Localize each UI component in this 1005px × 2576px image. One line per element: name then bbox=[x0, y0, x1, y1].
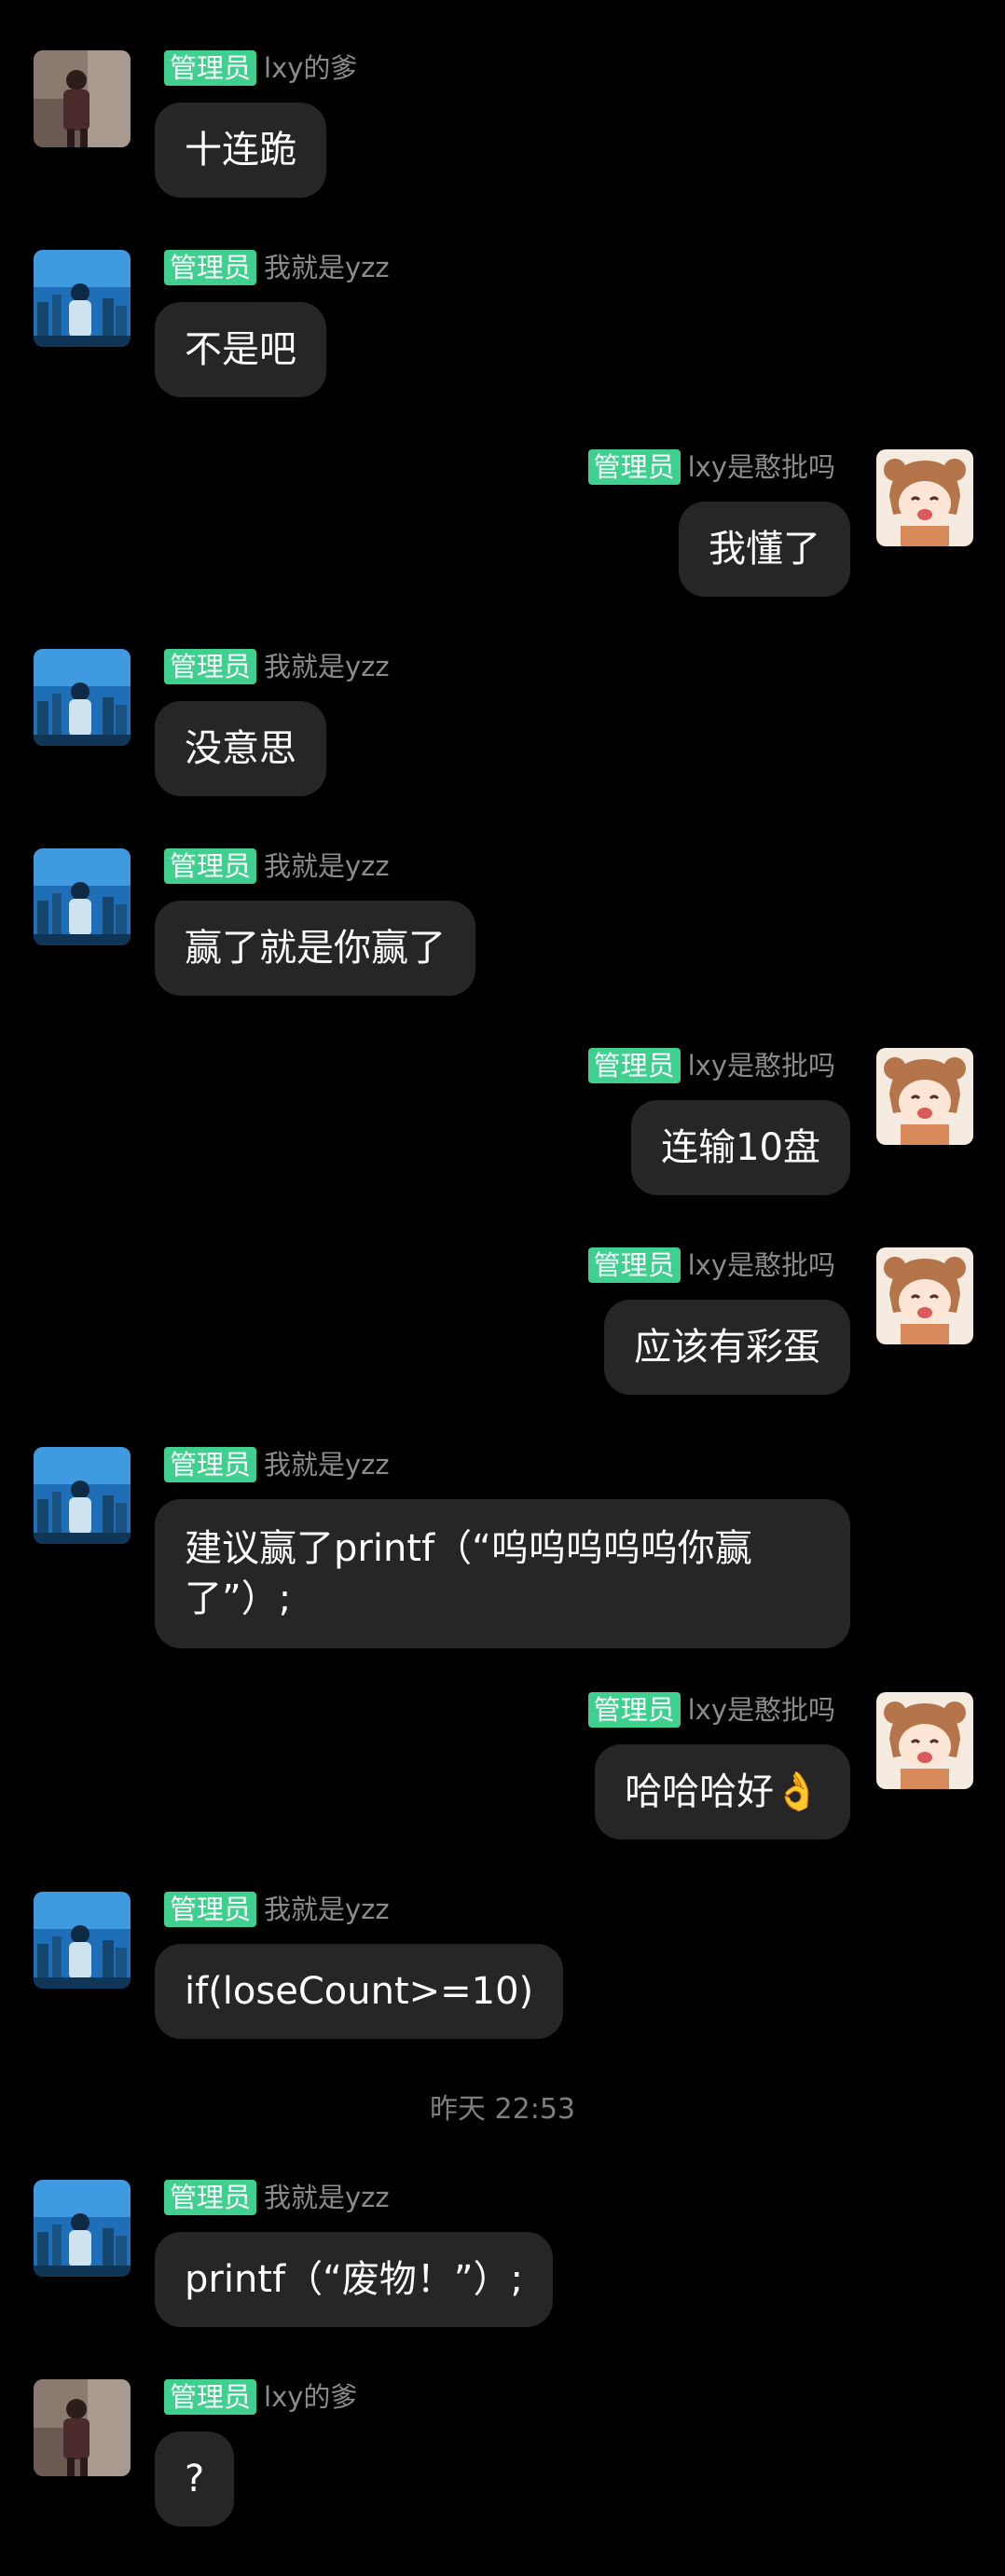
admin-badge: 管理员 bbox=[164, 848, 257, 884]
message-bubble[interactable]: printf（“废物！”）; bbox=[155, 2232, 553, 2327]
sender-name[interactable]: lxy是憨批吗 bbox=[688, 1048, 835, 1083]
admin-badge: 管理员 bbox=[164, 649, 257, 684]
sender-header: 管理员 lxy是憨批吗 bbox=[587, 1247, 835, 1283]
sender-header: 管理员 我就是yzz bbox=[164, 2180, 390, 2215]
message-bubble[interactable]: 没意思 bbox=[155, 701, 326, 796]
sender-name[interactable]: lxy是憨批吗 bbox=[688, 1247, 835, 1283]
sender-name[interactable]: 我就是yzz bbox=[264, 1892, 390, 1927]
message-bubble[interactable]: 不是吧 bbox=[155, 302, 326, 397]
admin-badge: 管理员 bbox=[164, 250, 257, 285]
sender-header: 管理员 lxy的爹 bbox=[164, 50, 357, 86]
message-timestamp: 昨天 22:53 bbox=[430, 2093, 575, 2126]
admin-badge: 管理员 bbox=[164, 1892, 257, 1927]
avatar-yzz[interactable] bbox=[34, 1447, 131, 1544]
message-bubble[interactable]: if(loseCount>=10) bbox=[155, 1944, 564, 2039]
admin-badge: 管理员 bbox=[164, 2180, 257, 2215]
admin-badge: 管理员 bbox=[164, 1447, 257, 1482]
sender-header: 管理员 lxy是憨批吗 bbox=[587, 1692, 835, 1728]
sender-header: 管理员 我就是yzz bbox=[164, 1892, 390, 1927]
admin-badge: 管理员 bbox=[164, 50, 257, 86]
admin-badge: 管理员 bbox=[164, 2379, 257, 2415]
avatar-anime-girl[interactable] bbox=[876, 1048, 973, 1145]
avatar-yzz[interactable] bbox=[34, 2180, 131, 2277]
sender-name[interactable]: lxy的爹 bbox=[264, 50, 357, 86]
sender-header: 管理员 lxy的爹 bbox=[164, 2379, 357, 2415]
avatar-yzz[interactable] bbox=[34, 848, 131, 945]
sender-name[interactable]: lxy的爹 bbox=[264, 2379, 357, 2415]
sender-header: 管理员 lxy是憨批吗 bbox=[587, 1048, 835, 1083]
message-bubble[interactable]: 赢了就是你赢了 bbox=[155, 901, 475, 996]
sender-name[interactable]: lxy是憨批吗 bbox=[688, 1692, 835, 1728]
sender-name[interactable]: 我就是yzz bbox=[264, 848, 390, 884]
avatar-lxy-father[interactable] bbox=[34, 2379, 131, 2476]
sender-name[interactable]: 我就是yzz bbox=[264, 649, 390, 684]
avatar-yzz[interactable] bbox=[34, 1892, 131, 1989]
avatar-anime-girl[interactable] bbox=[876, 1692, 973, 1789]
sender-header: 管理员 我就是yzz bbox=[164, 848, 390, 884]
message-bubble[interactable]: 建议赢了printf（“呜呜呜呜呜你赢了”）; bbox=[155, 1499, 850, 1648]
message-bubble[interactable]: 十连跪 bbox=[155, 103, 326, 198]
admin-badge: 管理员 bbox=[587, 1692, 681, 1728]
sender-name[interactable]: 我就是yzz bbox=[264, 250, 390, 285]
message-bubble[interactable]: ? bbox=[155, 2431, 235, 2527]
avatar-yzz[interactable] bbox=[34, 649, 131, 746]
avatar-anime-girl[interactable] bbox=[876, 1247, 973, 1344]
sender-header: 管理员 我就是yzz bbox=[164, 649, 390, 684]
avatar-yzz[interactable] bbox=[34, 250, 131, 347]
message-bubble[interactable]: 我懂了 bbox=[679, 502, 850, 597]
sender-name[interactable]: 我就是yzz bbox=[264, 2180, 390, 2215]
message-bubble[interactable]: 应该有彩蛋 bbox=[604, 1300, 850, 1395]
sender-name[interactable]: lxy是憨批吗 bbox=[688, 449, 835, 485]
sender-header: 管理员 我就是yzz bbox=[164, 250, 390, 285]
sender-header: 管理员 我就是yzz bbox=[164, 1447, 390, 1482]
avatar-lxy-father[interactable] bbox=[34, 50, 131, 147]
admin-badge: 管理员 bbox=[587, 1247, 681, 1283]
avatar-anime-girl[interactable] bbox=[876, 449, 973, 546]
sender-header: 管理员 lxy是憨批吗 bbox=[587, 449, 835, 485]
message-bubble[interactable]: 连输10盘 bbox=[631, 1100, 850, 1195]
admin-badge: 管理员 bbox=[587, 449, 681, 485]
sender-name[interactable]: 我就是yzz bbox=[264, 1447, 390, 1482]
message-bubble[interactable]: 哈哈哈好👌 bbox=[595, 1744, 850, 1839]
admin-badge: 管理员 bbox=[587, 1048, 681, 1083]
